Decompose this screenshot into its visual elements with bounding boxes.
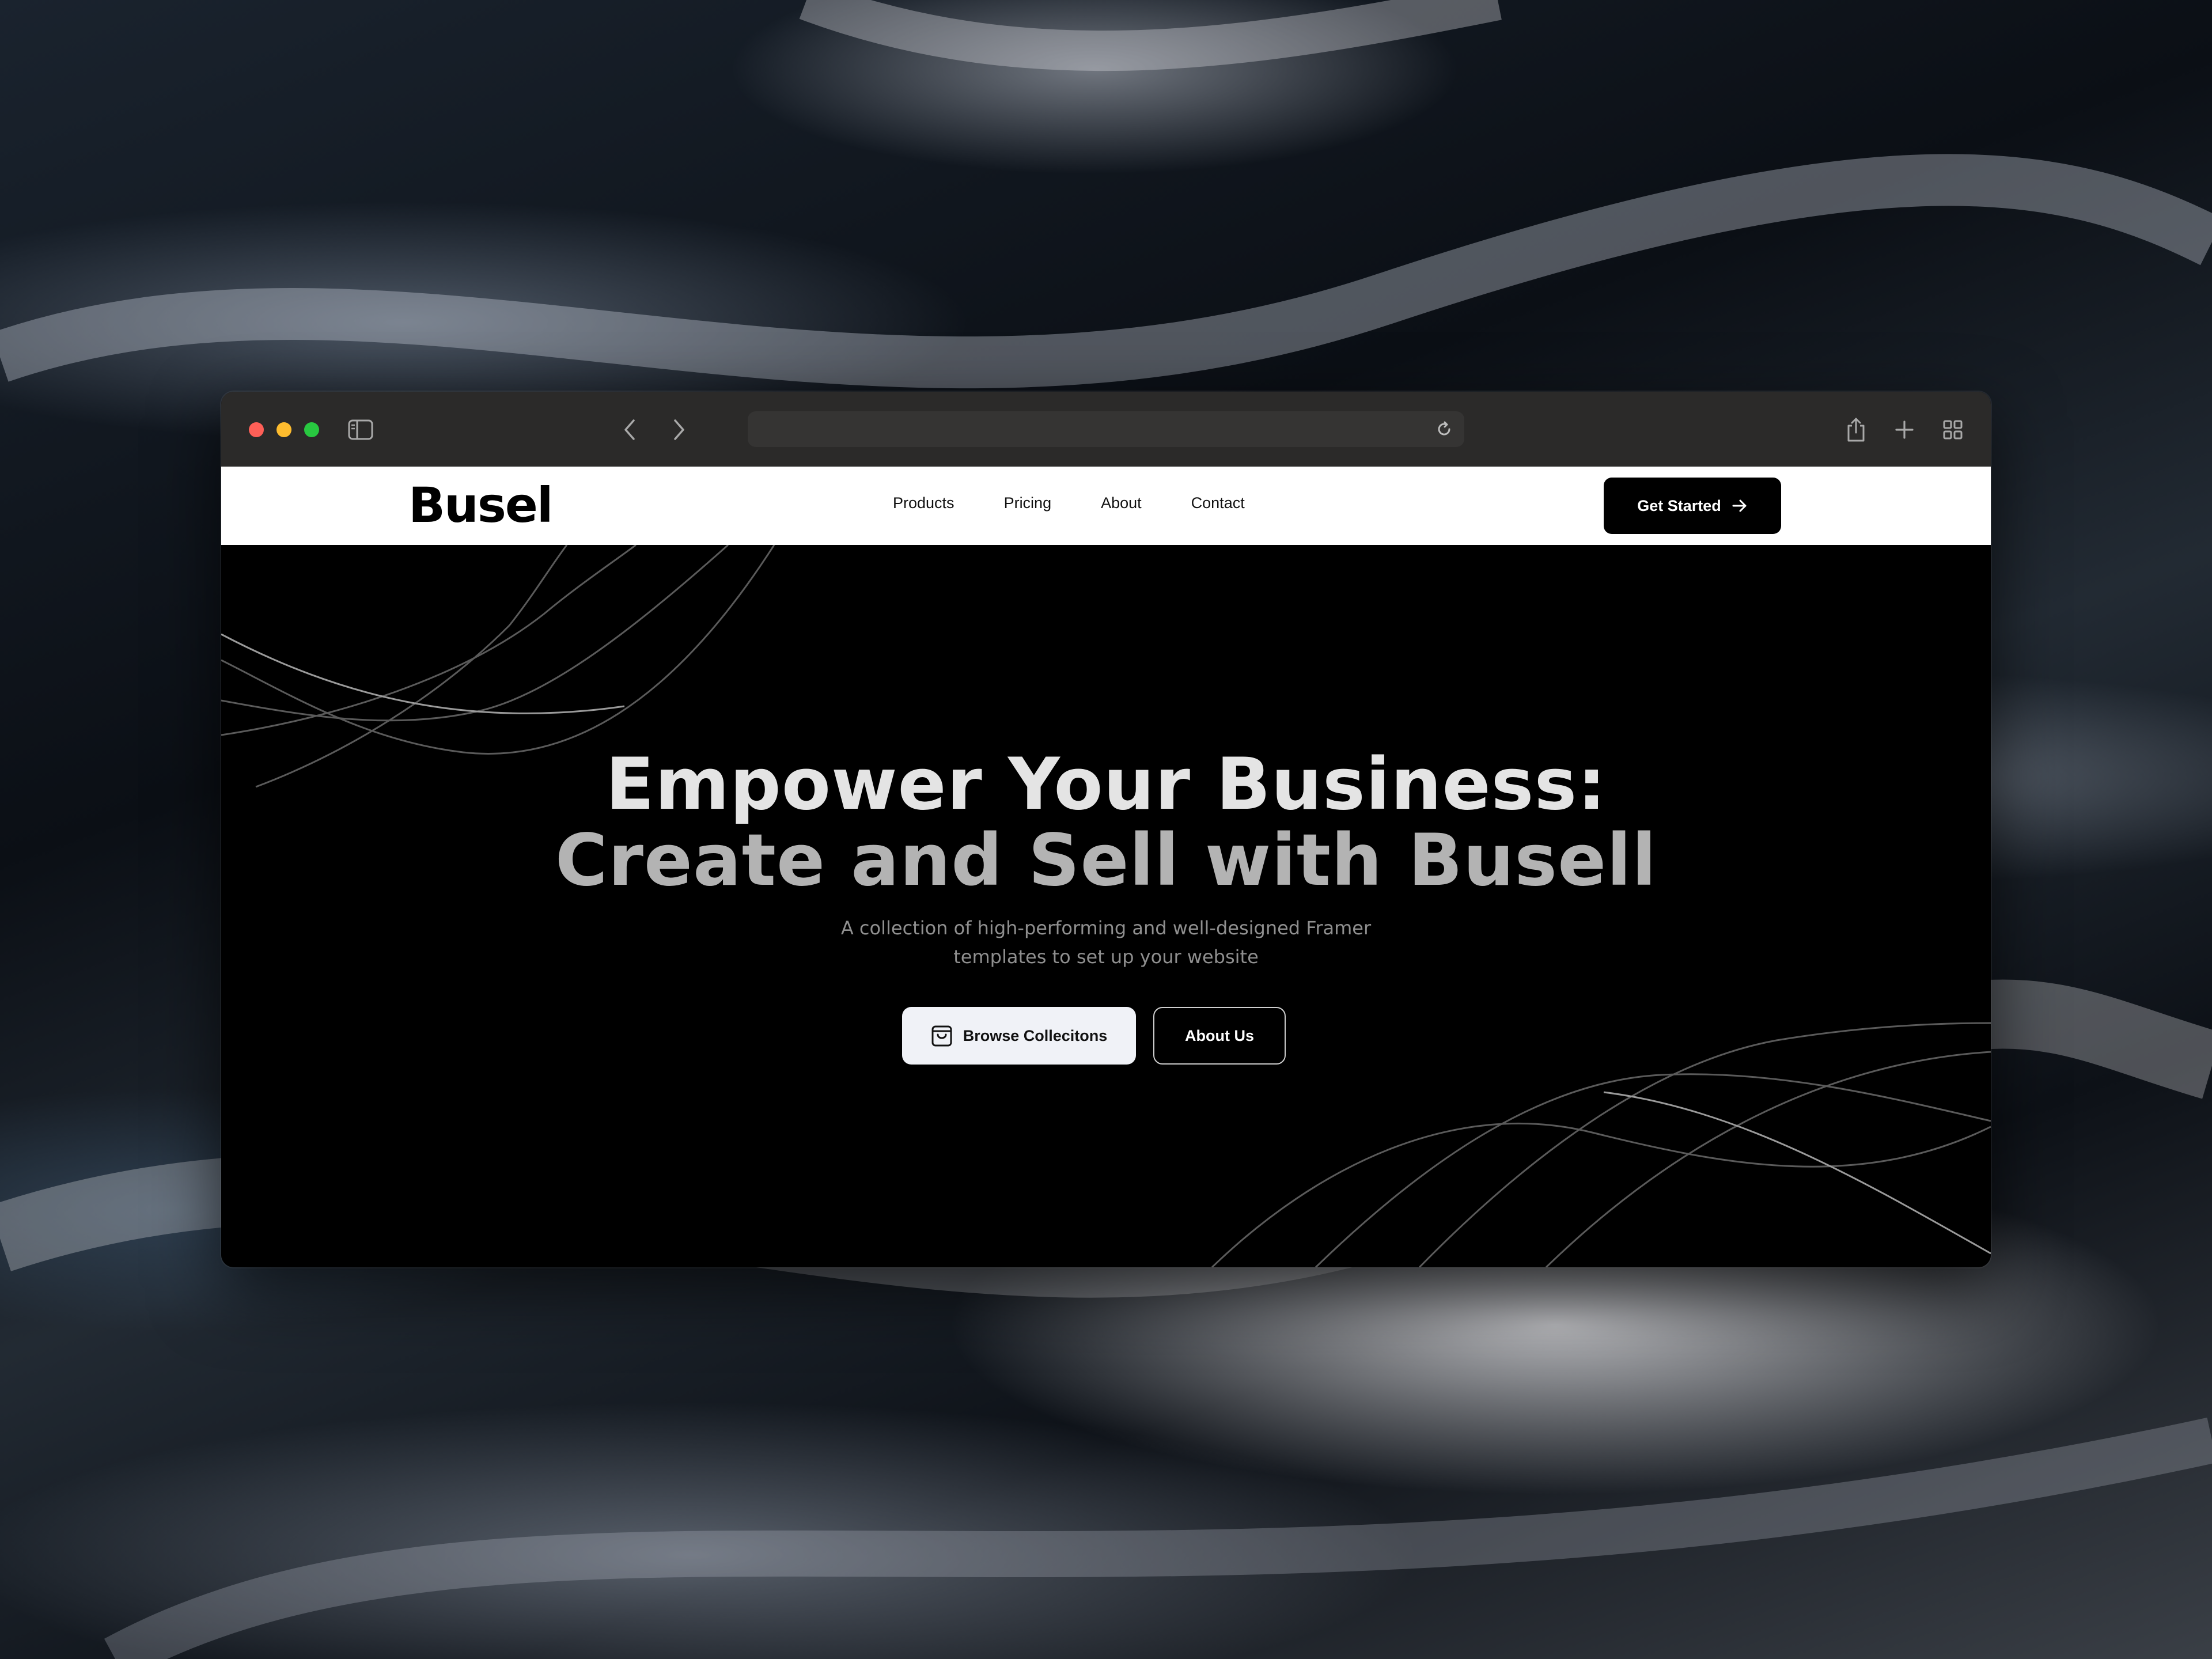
back-icon[interactable] [613, 412, 647, 447]
about-us-label: About Us [1185, 1027, 1254, 1044]
about-us-button[interactable]: About Us [1153, 1007, 1286, 1065]
browse-collections-label: Browse Collecitons [963, 1027, 1108, 1044]
browser-toolbar [221, 392, 1991, 468]
minimize-window-button[interactable] [276, 422, 291, 437]
decorative-curves [221, 545, 1991, 1267]
share-icon[interactable] [1839, 412, 1873, 447]
browse-collections-button[interactable]: Browse Collecitons [902, 1007, 1136, 1065]
nav-link-contact[interactable]: Contact [1191, 494, 1245, 512]
site-header: Busel Products Pricing About Contact Get… [221, 467, 1991, 547]
sidebar-icon[interactable] [343, 412, 378, 447]
site-logo[interactable]: Busel [408, 477, 554, 533]
get-started-button[interactable]: Get Started [1604, 478, 1781, 534]
subtitle-line-2: templates to set up your website [953, 946, 1259, 968]
hero-subtitle: A collection of high-performing and well… [760, 914, 1452, 971]
subtitle-line-1: A collection of high-performing and well… [840, 917, 1372, 939]
close-window-button[interactable] [249, 422, 264, 437]
nav-link-about[interactable]: About [1101, 494, 1142, 512]
main-nav: Products Pricing About Contact [893, 494, 1245, 512]
reload-icon[interactable] [1434, 419, 1454, 439]
nav-link-pricing[interactable]: Pricing [1004, 494, 1052, 512]
zoom-window-button[interactable] [304, 422, 319, 437]
hero-headline: Empower Your Business: Create and Sell w… [221, 747, 1991, 899]
new-tab-icon[interactable] [1887, 412, 1922, 447]
hero-section: Empower Your Business: Create and Sell w… [221, 545, 1991, 1267]
nav-link-products[interactable]: Products [893, 494, 955, 512]
get-started-label: Get Started [1637, 497, 1721, 514]
address-bar[interactable] [748, 411, 1464, 447]
shopping-bag-icon [931, 1025, 952, 1047]
arrow-right-icon [1732, 499, 1747, 512]
forward-icon[interactable] [661, 412, 696, 447]
headline-line-2: Create and Sell with Busell [555, 819, 1657, 902]
headline-line-1: Empower Your Business: [605, 743, 1607, 826]
tab-overview-icon[interactable] [1936, 412, 1970, 447]
browser-window: Busel Products Pricing About Contact Get… [221, 392, 1991, 1267]
